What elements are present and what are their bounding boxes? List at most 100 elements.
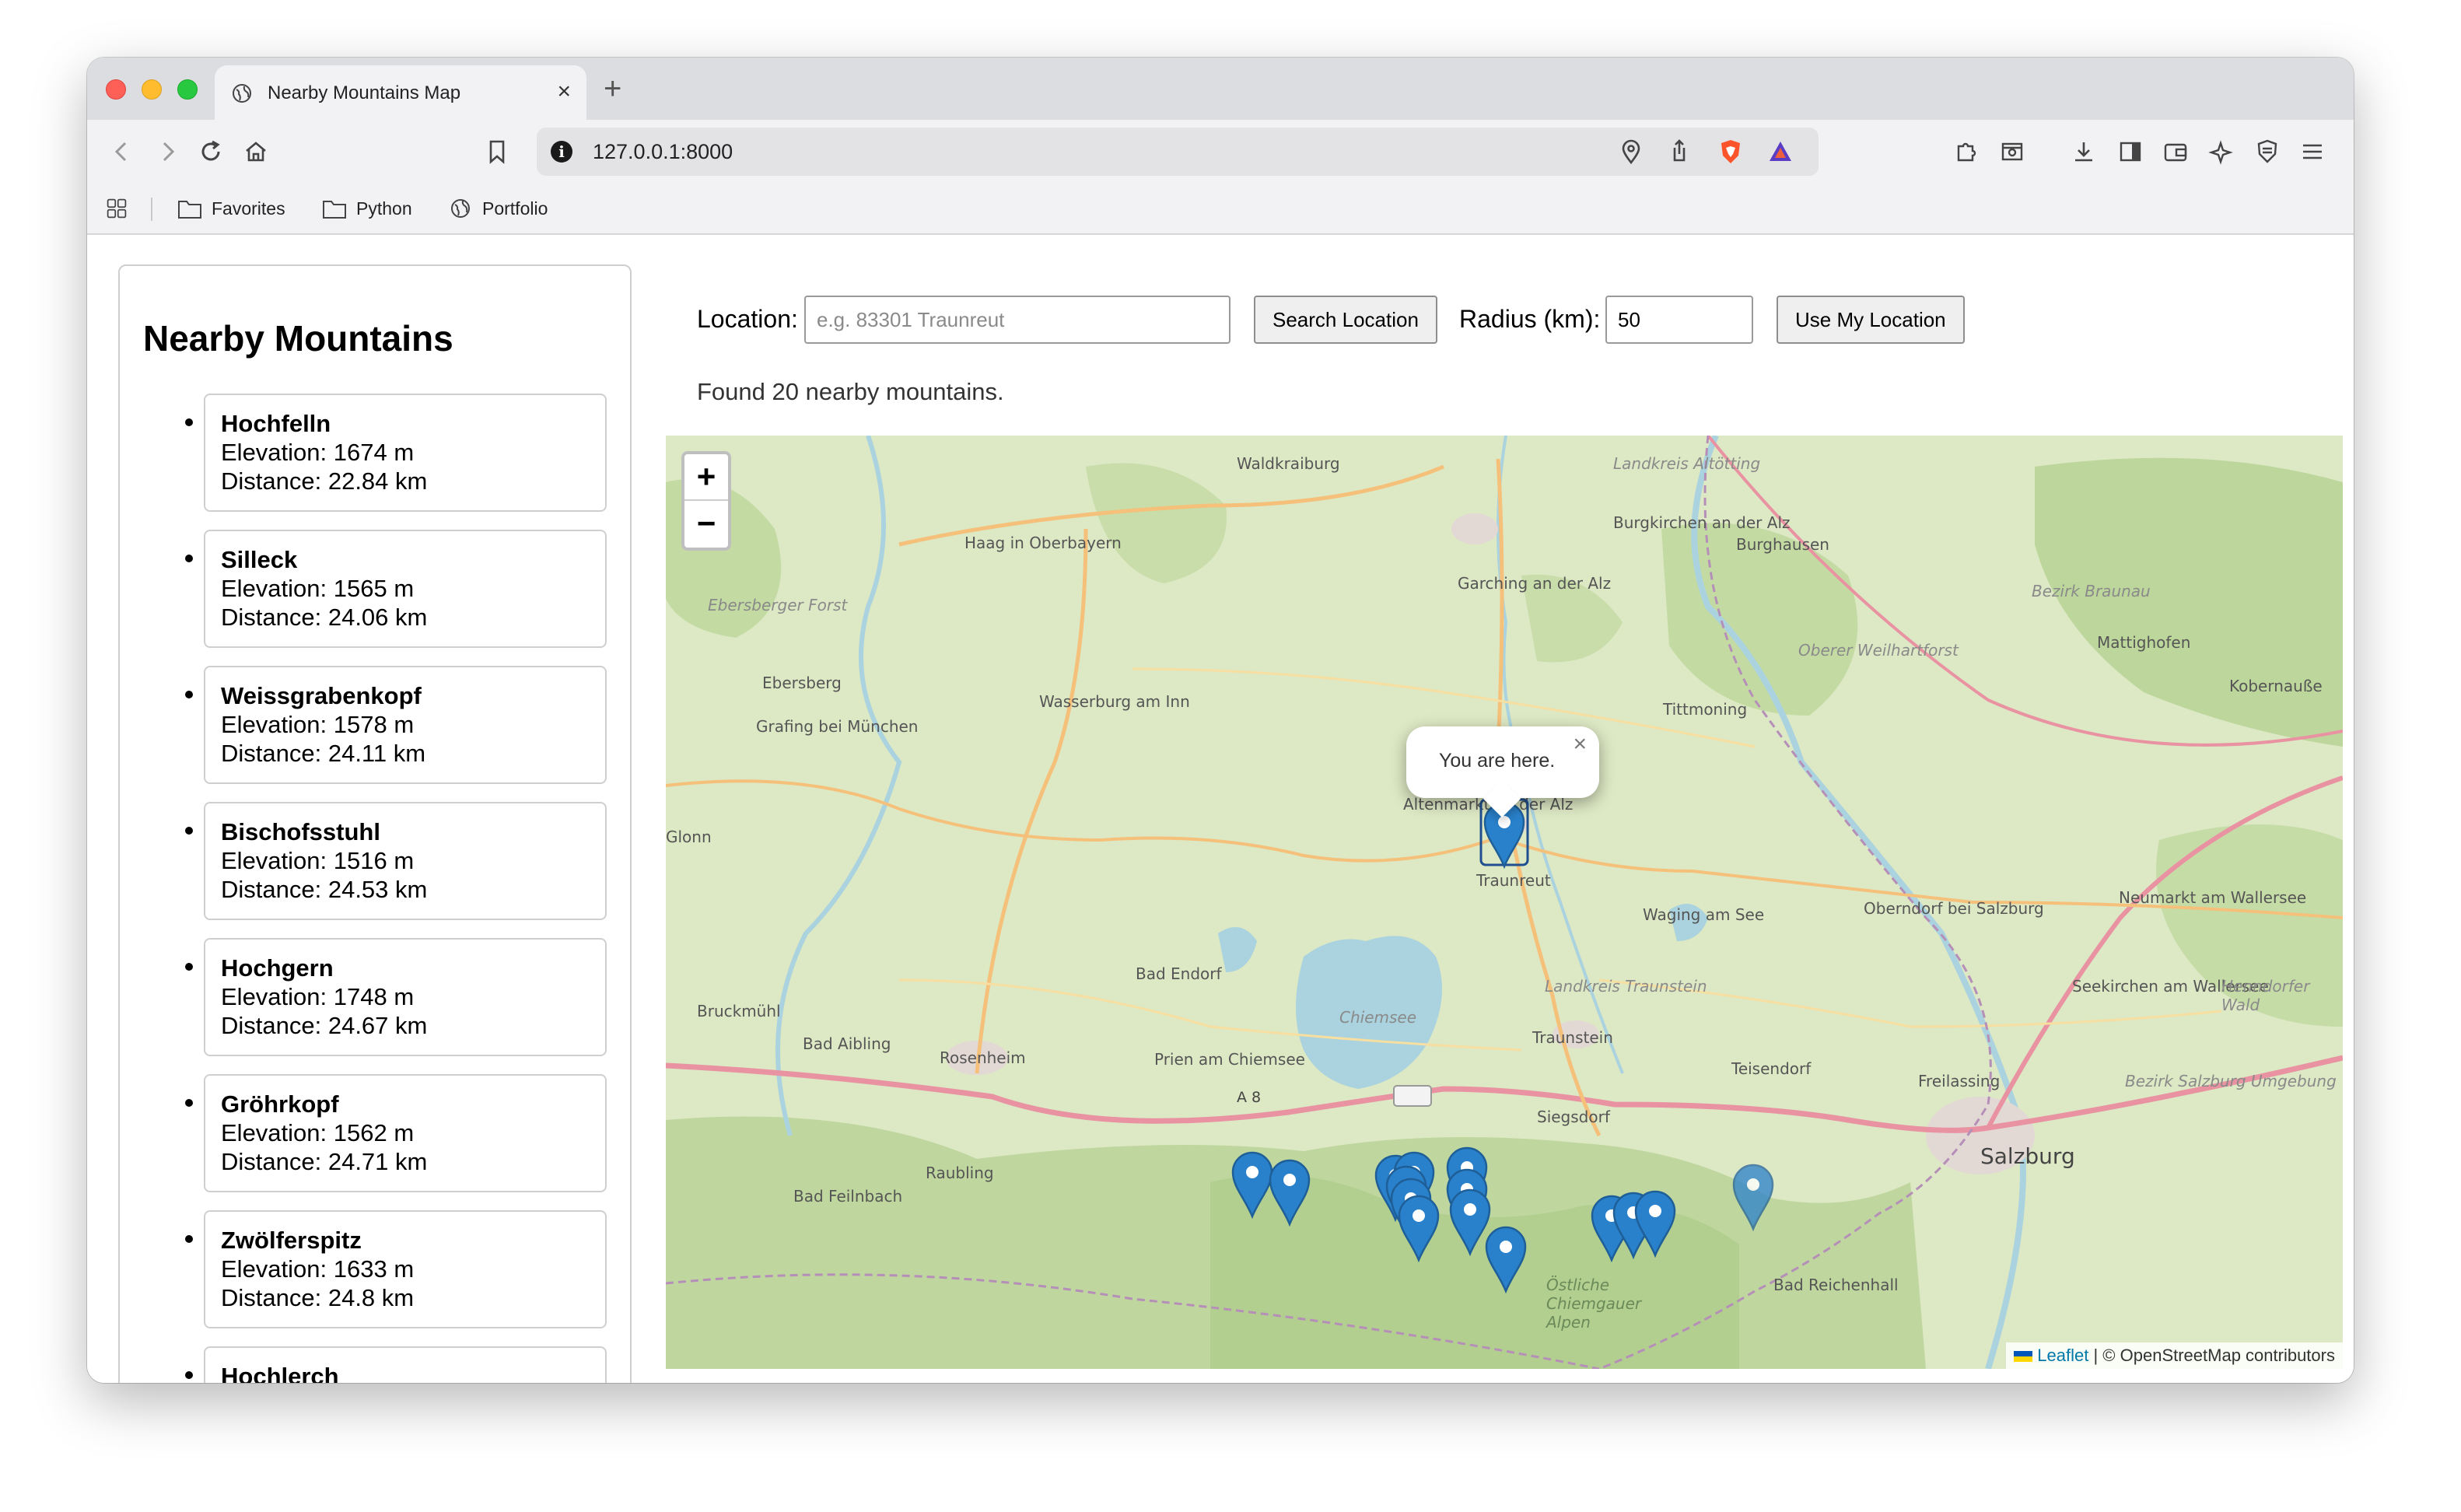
map-label: Östliche Chiemgauer Alpen <box>1546 1276 1642 1332</box>
leaflet-link[interactable]: Leaflet <box>2037 1346 2088 1365</box>
attribution-text: | © OpenStreetMap contributors <box>2088 1346 2335 1365</box>
map-label: Salzburg <box>1980 1143 2075 1169</box>
location-popup: You are here. × <box>1406 726 1599 798</box>
mountain-elevation: Elevation: 1578 m <box>221 711 415 738</box>
list-bullet <box>185 418 193 426</box>
mountain-marker[interactable] <box>1397 1195 1441 1263</box>
mountain-name: Bischofsstuhl <box>221 818 380 845</box>
mountain-card[interactable]: Zwölferspitz Elevation: 1633 m Distance:… <box>204 1210 607 1328</box>
list-bullet <box>185 555 193 562</box>
mountain-card[interactable]: Bischofsstuhl Elevation: 1516 m Distance… <box>204 802 607 920</box>
folder-icon <box>178 201 201 219</box>
bookmark-icon[interactable] <box>482 137 512 166</box>
bookmark-portfolio[interactable]: Portfolio <box>448 198 548 219</box>
mountain-card[interactable]: Silleck Elevation: 1565 m Distance: 24.0… <box>204 530 607 648</box>
zoom-in-button[interactable]: + <box>684 454 728 501</box>
map-label: Neumarkt am Wallersee <box>2119 888 2307 907</box>
tab-title: Nearby Mountains Map <box>268 82 461 103</box>
ukraine-flag-icon <box>2014 1351 2033 1362</box>
download-icon[interactable] <box>2069 137 2099 166</box>
mountain-name: Hochlerch <box>221 1363 339 1383</box>
location-input[interactable] <box>804 296 1230 344</box>
window-close-button[interactable] <box>106 79 126 100</box>
list-item: Zwölferspitz Elevation: 1633 m Distance:… <box>120 1210 630 1346</box>
map-label: Landkreis Altötting <box>1613 454 1761 473</box>
bookmark-python[interactable]: Python <box>322 198 412 219</box>
leo-ai-icon[interactable] <box>2207 137 2237 166</box>
map-label-a8: A 8 <box>1237 1089 1262 1106</box>
brave-shield-icon[interactable] <box>1716 137 1745 166</box>
wallet-icon[interactable] <box>2161 137 2190 166</box>
back-icon[interactable] <box>107 137 137 166</box>
list-bullet <box>185 1235 193 1243</box>
map-label: Waldkraiburg <box>1237 454 1340 473</box>
map-label: Bad Reichenhall <box>1773 1276 1899 1294</box>
mountain-sidebar[interactable]: Nearby Mountains Hochfelln Elevation: 16… <box>118 264 632 1383</box>
window-minimize-button[interactable] <box>142 79 162 100</box>
bookmark-favorites[interactable]: Favorites <box>177 198 285 219</box>
mountain-marker[interactable] <box>1633 1190 1677 1258</box>
mountain-name: Hochfelln <box>221 410 331 437</box>
new-tab-button[interactable]: + <box>604 70 621 107</box>
share-icon[interactable] <box>1665 137 1694 166</box>
tab-close-icon[interactable]: × <box>557 78 571 106</box>
list-bullet <box>185 827 193 835</box>
forward-icon[interactable] <box>152 137 182 166</box>
mountain-distance: Distance: 24.11 km <box>221 740 426 767</box>
apps-grid-icon[interactable] <box>104 198 129 219</box>
sidebar-title: Nearby Mountains <box>143 318 453 359</box>
use-my-location-button[interactable]: Use My Location <box>1777 296 1965 344</box>
mountain-card[interactable]: Hochgern Elevation: 1748 m Distance: 24.… <box>204 938 607 1056</box>
list-item: Weissgrabenkopf Elevation: 1578 m Distan… <box>120 666 630 802</box>
map-label: Garching an der Alz <box>1458 574 1612 593</box>
brave-rewards-icon[interactable] <box>1766 137 1795 166</box>
vpn-shield-icon[interactable] <box>2253 137 2282 166</box>
map-label: Bad Endorf <box>1136 964 1222 983</box>
mountain-marker[interactable] <box>1731 1164 1775 1232</box>
list-bullet <box>185 1099 193 1107</box>
globe-icon <box>233 84 251 103</box>
mountain-card[interactable]: Hochlerch <box>204 1346 607 1383</box>
mountain-card[interactable]: Weissgrabenkopf Elevation: 1578 m Distan… <box>204 666 607 784</box>
map-label: Haag in Oberbayern <box>964 534 1122 552</box>
bookmark-label: Portfolio <box>482 198 548 219</box>
mountain-marker[interactable] <box>1268 1159 1311 1227</box>
reader-icon[interactable] <box>1997 137 2027 166</box>
window-maximize-button[interactable] <box>177 79 198 100</box>
map-label: Kobernauße <box>2229 677 2323 695</box>
mountain-distance: Distance: 22.84 km <box>221 467 428 495</box>
radius-label: Radius (km): <box>1459 305 1601 333</box>
mountain-marker[interactable] <box>1484 1226 1528 1294</box>
browser-window: Nearby Mountains Map × + i 127.0.0.1:800… <box>87 58 2354 1383</box>
address-bar[interactable]: i 127.0.0.1:8000 <box>537 128 1819 176</box>
home-icon[interactable] <box>241 137 271 166</box>
mountain-distance: Distance: 24.71 km <box>221 1148 428 1175</box>
map-label: Chiemsee <box>1339 1008 1417 1027</box>
map-label: Traunstein <box>1532 1028 1613 1047</box>
site-info-icon[interactable]: i <box>551 141 572 163</box>
search-location-button[interactable]: Search Location <box>1254 296 1437 344</box>
menu-icon[interactable] <box>2298 137 2327 166</box>
mountain-elevation: Elevation: 1633 m <box>221 1255 415 1283</box>
extensions-icon[interactable] <box>1951 137 1980 166</box>
mountain-card[interactable]: Hochfelln Elevation: 1674 m Distance: 22… <box>204 394 607 512</box>
sidebar-icon[interactable] <box>2116 137 2145 166</box>
url-text[interactable]: 127.0.0.1:8000 <box>593 140 733 164</box>
bookmarks-bar: Favorites Python Portfolio <box>87 184 2354 235</box>
zoom-out-button[interactable]: − <box>684 501 728 548</box>
location-pin-icon[interactable] <box>1616 137 1646 166</box>
popup-close-icon[interactable]: × <box>1573 731 1587 758</box>
list-bullet <box>185 1371 193 1379</box>
map-label: Grafing bei München <box>756 717 919 736</box>
map-view[interactable]: A 8 Waldkraiburg Landkreis Altötting Bur… <box>666 436 2343 1369</box>
map-label: Rosenheim <box>940 1048 1026 1067</box>
reload-icon[interactable] <box>196 137 226 166</box>
mountain-card[interactable]: Gröhrkopf Elevation: 1562 m Distance: 24… <box>204 1074 607 1192</box>
mountain-list: Hochfelln Elevation: 1674 m Distance: 22… <box>120 394 630 1383</box>
globe-icon <box>451 199 470 218</box>
map-label: Tittmoning <box>1663 700 1748 719</box>
browser-tab[interactable]: Nearby Mountains Map × <box>215 65 586 120</box>
map-label: Bezirk Salzburg Umgebung <box>2125 1072 2337 1090</box>
map-label: Henndorfer Wald <box>2221 977 2310 1014</box>
radius-input[interactable] <box>1605 296 1753 344</box>
